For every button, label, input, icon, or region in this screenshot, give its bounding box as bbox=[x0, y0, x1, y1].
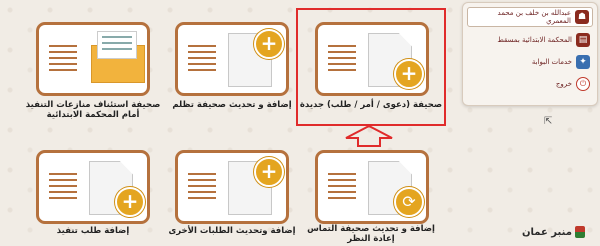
user-name-label: عبدالله بن خلف بن محمد المعمري bbox=[497, 9, 571, 25]
reconsider-label[interactable]: إضافة و تحديث صحيفة التماس إعادة النظر bbox=[296, 224, 446, 244]
court-icon: ▤ bbox=[576, 33, 590, 47]
logout-label: خروج bbox=[555, 80, 572, 88]
appeal-exec-label[interactable]: صحيفة استئناف منازعات التنفيذ أمام المحك… bbox=[18, 100, 168, 120]
lines-decoration bbox=[188, 173, 216, 203]
user-profile-item[interactable]: ☗ عبدالله بن خلف بن محمد المعمري bbox=[467, 7, 593, 27]
other-requests-label[interactable]: إضافة وتحديث الطلبات الأخرى bbox=[157, 226, 307, 236]
appeal-exec-tile[interactable] bbox=[36, 22, 150, 96]
mouse-cursor-icon: ⇱ bbox=[544, 116, 553, 127]
refresh-icon: ⟳ bbox=[394, 187, 424, 217]
exec-request-label[interactable]: إضافة طلب تنفيذ bbox=[18, 226, 168, 236]
letter-icon bbox=[97, 31, 137, 59]
exec-request-tile[interactable]: + bbox=[36, 150, 150, 224]
reconsider-tile[interactable]: ⟳ bbox=[315, 150, 429, 224]
pointer-arrow-icon bbox=[345, 124, 393, 147]
lines-decoration bbox=[49, 45, 77, 75]
court-item[interactable]: ▤ المحكمة الابتدائية بمسقط bbox=[467, 31, 593, 49]
grievance-label[interactable]: إضافة و تحديث صحيفة تظلم bbox=[157, 100, 307, 110]
services-label: خدمات البوابة bbox=[531, 58, 572, 66]
watermark-text: منبر عمان bbox=[522, 226, 572, 238]
grievance-tile[interactable]: + bbox=[175, 22, 289, 96]
flag-icon bbox=[574, 226, 585, 238]
court-label: المحكمة الابتدائية بمسقط bbox=[497, 36, 572, 44]
new-sheet-label[interactable]: صحيفة (دعوى / أمر / طلب) جديدة bbox=[296, 100, 446, 110]
power-icon: ⏻ bbox=[576, 77, 590, 91]
lines-decoration bbox=[188, 45, 216, 75]
lines-decoration bbox=[49, 173, 77, 203]
plus-icon: + bbox=[394, 59, 424, 89]
portal-services-item[interactable]: ✦ خدمات البوابة bbox=[467, 53, 593, 71]
other-requests-tile[interactable]: + bbox=[175, 150, 289, 224]
user-sidebar: ☗ عبدالله بن خلف بن محمد المعمري ▤ المحك… bbox=[462, 2, 598, 106]
plus-icon: + bbox=[115, 187, 145, 217]
plus-icon: + bbox=[254, 29, 284, 59]
user-icon: ☗ bbox=[575, 10, 589, 24]
new-sheet-tile[interactable]: + bbox=[315, 22, 429, 96]
lines-decoration bbox=[328, 45, 356, 75]
watermark-logo: منبر عمان bbox=[522, 226, 585, 238]
logout-item[interactable]: ⏻ خروج bbox=[467, 75, 593, 93]
lines-decoration bbox=[328, 173, 356, 203]
plus-icon: + bbox=[254, 157, 284, 187]
services-icon: ✦ bbox=[576, 55, 590, 69]
